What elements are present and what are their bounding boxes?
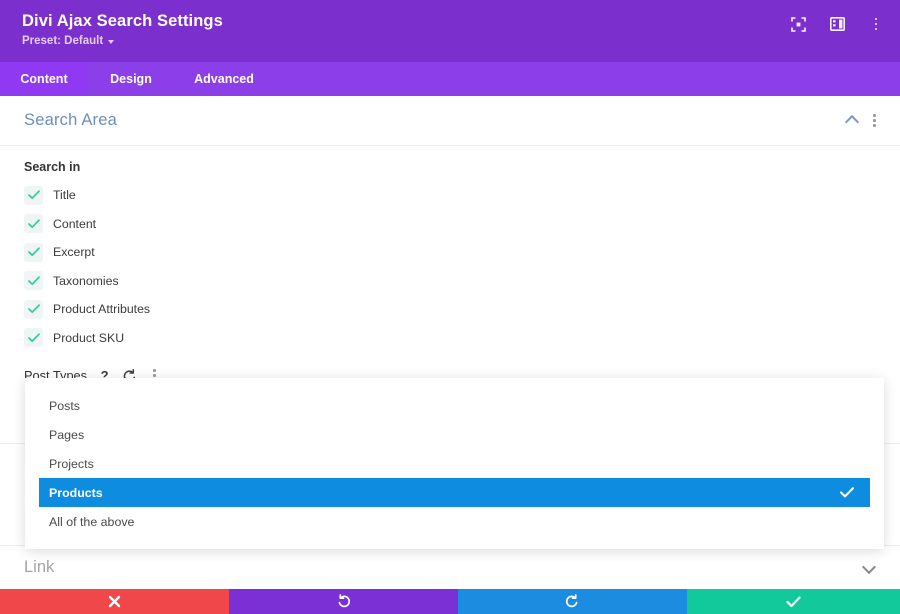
tab-advanced[interactable]: Advanced — [174, 62, 274, 96]
link-section-title: Link — [24, 558, 55, 576]
redo-icon — [565, 594, 578, 608]
dropdown-option-projects[interactable]: Projects — [25, 449, 884, 478]
page-title: Divi Ajax Search Settings — [22, 12, 223, 30]
cancel-button[interactable] — [0, 589, 229, 614]
close-icon — [108, 595, 121, 608]
section-header-link[interactable]: Link — [0, 545, 900, 589]
search-in-field-group: Search in Title Content Excerpt Taxonomi… — [0, 146, 900, 352]
dropdown-option-pages[interactable]: Pages — [25, 420, 884, 449]
footer-action-bar — [0, 589, 900, 614]
checkmark-icon — [786, 596, 801, 607]
dropdown-option-posts[interactable]: Posts — [25, 391, 884, 420]
checkbox-row-excerpt[interactable]: Excerpt — [24, 238, 876, 267]
dropdown-option-label: Products — [49, 485, 103, 500]
section-header-search-area: Search Area — [0, 96, 900, 146]
chevron-up-icon[interactable] — [846, 116, 859, 125]
dropdown-option-products[interactable]: Products — [39, 478, 870, 507]
checkbox-label: Product SKU — [53, 330, 125, 345]
section-more-options-icon[interactable] — [873, 114, 876, 127]
chevron-down-icon[interactable] — [863, 563, 876, 572]
checkbox-label: Excerpt — [53, 245, 95, 260]
preset-label: Preset: Default — [22, 35, 104, 47]
save-button[interactable] — [687, 589, 900, 614]
checkmark-icon — [24, 185, 43, 205]
modal-header: Divi Ajax Search Settings Preset: Defaul… — [0, 0, 900, 62]
checkbox-label: Title — [53, 188, 76, 203]
checkbox-row-title[interactable]: Title — [24, 181, 876, 210]
checkbox-label: Taxonomies — [53, 273, 119, 288]
post-types-dropdown: Posts Pages Projects Products All of the… — [25, 378, 884, 549]
checkmark-icon — [24, 271, 43, 291]
tab-bar: Content Design Advanced — [0, 62, 900, 96]
search-in-checkbox-list: Title Content Excerpt Taxonomies Product… — [24, 181, 876, 352]
fullscreen-icon[interactable] — [788, 14, 808, 34]
section-title: Search Area — [24, 111, 118, 129]
checkbox-label: Product Attributes — [53, 302, 151, 317]
checkmark-icon — [24, 214, 43, 234]
checkbox-row-product-attributes[interactable]: Product Attributes — [24, 295, 876, 324]
undo-icon — [338, 594, 351, 608]
layout-view-icon[interactable] — [827, 14, 847, 34]
checkbox-label: Content — [53, 216, 97, 231]
more-options-icon[interactable] — [866, 14, 886, 34]
checkbox-row-taxonomies[interactable]: Taxonomies — [24, 267, 876, 296]
tab-design[interactable]: Design — [88, 62, 174, 96]
header-icon-group — [788, 0, 900, 34]
search-in-label: Search in — [24, 160, 81, 174]
tab-content[interactable]: Content — [0, 62, 88, 96]
settings-body: Search Area Search in Title Content Exce… — [0, 96, 900, 589]
preset-selector[interactable]: Preset: Default — [22, 35, 788, 47]
divi-settings-modal: Divi Ajax Search Settings Preset: Defaul… — [0, 0, 900, 614]
dropdown-option-all-of-the-above[interactable]: All of the above — [25, 507, 884, 536]
chevron-down-icon — [108, 40, 115, 44]
checkbox-row-content[interactable]: Content — [24, 210, 876, 239]
checkmark-icon — [24, 242, 43, 262]
checkmark-icon — [24, 299, 43, 319]
undo-button[interactable] — [229, 589, 458, 614]
redo-button[interactable] — [458, 589, 687, 614]
checkmark-icon — [24, 328, 43, 348]
selected-checkmark-icon — [840, 487, 854, 498]
header-titles: Divi Ajax Search Settings Preset: Defaul… — [0, 0, 788, 47]
section-actions — [846, 114, 876, 127]
checkbox-row-product-sku[interactable]: Product SKU — [24, 324, 876, 353]
